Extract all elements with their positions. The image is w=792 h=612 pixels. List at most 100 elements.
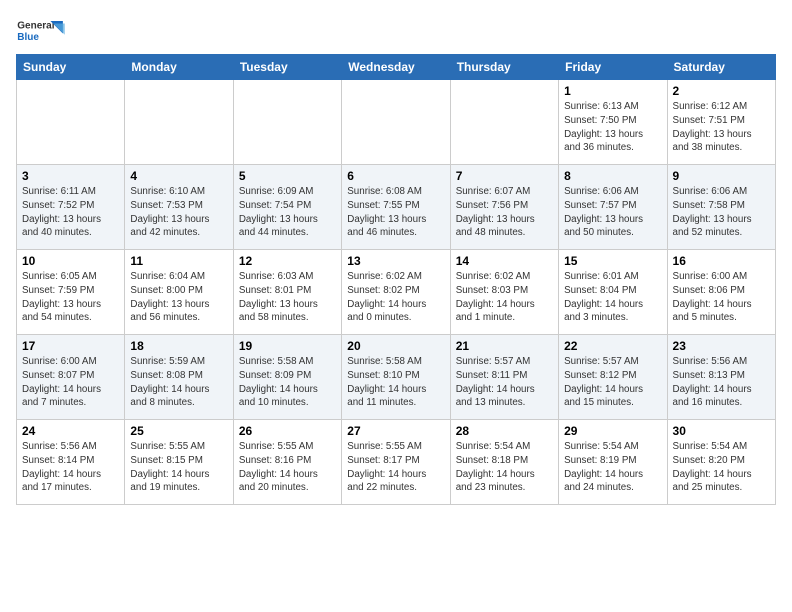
day-info: Sunrise: 6:12 AMSunset: 7:51 PMDaylight:… xyxy=(673,100,770,155)
day-info: Sunrise: 6:04 AMSunset: 8:00 PMDaylight:… xyxy=(130,270,227,325)
day-info: Sunrise: 5:55 AMSunset: 8:17 PMDaylight:… xyxy=(347,440,444,495)
day-number: 11 xyxy=(130,254,227,268)
day-number: 21 xyxy=(456,339,553,353)
calendar-cell: 17Sunrise: 6:00 AMSunset: 8:07 PMDayligh… xyxy=(17,335,125,420)
day-number: 18 xyxy=(130,339,227,353)
calendar-cell: 6 Sunrise: 6:08 AMSunset: 7:55 PMDaylight… xyxy=(342,165,450,250)
day-info: Sunrise: 6:10 AMSunset: 7:53 PMDaylight:… xyxy=(130,185,227,240)
calendar-cell: 24 Sunrise: 5:56 AMSunset: 8:14 PMDayligh… xyxy=(17,420,125,505)
calendar-cell: 1 Sunrise: 6:13 AMSunset: 7:50 PMDaylight… xyxy=(559,80,667,165)
day-info: Sunrise: 6:06 AMSunset: 7:58 PMDaylight:… xyxy=(673,185,770,240)
weekday-header-thursday: Thursday xyxy=(450,55,558,80)
day-number: 7 xyxy=(456,169,553,183)
calendar-cell: 13Sunrise: 6:02 AMSunset: 8:02 PMDayligh… xyxy=(342,250,450,335)
weekday-header-friday: Friday xyxy=(559,55,667,80)
day-info: Sunrise: 5:58 AMSunset: 8:09 PMDaylight:… xyxy=(239,355,336,410)
day-info: Sunrise: 6:09 AMSunset: 7:54 PMDaylight:… xyxy=(239,185,336,240)
day-info: Sunrise: 5:56 AMSunset: 8:13 PMDaylight:… xyxy=(673,355,770,410)
day-info: Sunrise: 6:00 AMSunset: 8:06 PMDaylight:… xyxy=(673,270,770,325)
weekday-header-saturday: Saturday xyxy=(667,55,775,80)
logo: General Blue xyxy=(16,16,66,44)
day-number: 6 xyxy=(347,169,444,183)
day-info: Sunrise: 5:55 AMSunset: 8:15 PMDaylight:… xyxy=(130,440,227,495)
day-number: 27 xyxy=(347,424,444,438)
calendar-week-2: 3 Sunrise: 6:11 AMSunset: 7:52 PMDaylight… xyxy=(17,165,776,250)
calendar-cell: 20 Sunrise: 5:58 AMSunset: 8:10 PMDayligh… xyxy=(342,335,450,420)
day-info: Sunrise: 5:56 AMSunset: 8:14 PMDaylight:… xyxy=(22,440,119,495)
day-info: Sunrise: 6:03 AMSunset: 8:01 PMDaylight:… xyxy=(239,270,336,325)
day-info: Sunrise: 5:57 AMSunset: 8:12 PMDaylight:… xyxy=(564,355,661,410)
day-number: 10 xyxy=(22,254,119,268)
day-number: 30 xyxy=(673,424,770,438)
calendar-week-3: 10Sunrise: 6:05 AMSunset: 7:59 PMDayligh… xyxy=(17,250,776,335)
calendar-week-1: 1 Sunrise: 6:13 AMSunset: 7:50 PMDaylight… xyxy=(17,80,776,165)
calendar-cell: 30 Sunrise: 5:54 AMSunset: 8:20 PMDayligh… xyxy=(667,420,775,505)
weekday-header-sunday: Sunday xyxy=(17,55,125,80)
calendar-cell: 5 Sunrise: 6:09 AMSunset: 7:54 PMDaylight… xyxy=(233,165,341,250)
calendar-week-4: 17Sunrise: 6:00 AMSunset: 8:07 PMDayligh… xyxy=(17,335,776,420)
calendar-cell: 23 Sunrise: 5:56 AMSunset: 8:13 PMDayligh… xyxy=(667,335,775,420)
day-number: 24 xyxy=(22,424,119,438)
calendar-cell xyxy=(125,80,233,165)
day-number: 3 xyxy=(22,169,119,183)
calendar-cell: 10Sunrise: 6:05 AMSunset: 7:59 PMDayligh… xyxy=(17,250,125,335)
svg-text:General: General xyxy=(17,21,54,32)
day-number: 20 xyxy=(347,339,444,353)
calendar-cell: 28 Sunrise: 5:54 AMSunset: 8:18 PMDayligh… xyxy=(450,420,558,505)
day-info: Sunrise: 5:54 AMSunset: 8:18 PMDaylight:… xyxy=(456,440,553,495)
day-info: Sunrise: 5:54 AMSunset: 8:20 PMDaylight:… xyxy=(673,440,770,495)
calendar-cell xyxy=(342,80,450,165)
calendar-cell: 22 Sunrise: 5:57 AMSunset: 8:12 PMDayligh… xyxy=(559,335,667,420)
calendar-cell: 8 Sunrise: 6:06 AMSunset: 7:57 PMDaylight… xyxy=(559,165,667,250)
day-info: Sunrise: 6:08 AMSunset: 7:55 PMDaylight:… xyxy=(347,185,444,240)
day-number: 1 xyxy=(564,84,661,98)
calendar-cell: 12 Sunrise: 6:03 AMSunset: 8:01 PMDayligh… xyxy=(233,250,341,335)
day-number: 12 xyxy=(239,254,336,268)
day-info: Sunrise: 5:59 AMSunset: 8:08 PMDaylight:… xyxy=(130,355,227,410)
day-info: Sunrise: 6:06 AMSunset: 7:57 PMDaylight:… xyxy=(564,185,661,240)
day-number: 19 xyxy=(239,339,336,353)
day-number: 29 xyxy=(564,424,661,438)
weekday-header-wednesday: Wednesday xyxy=(342,55,450,80)
day-info: Sunrise: 6:07 AMSunset: 7:56 PMDaylight:… xyxy=(456,185,553,240)
logo-icon: General Blue xyxy=(16,16,66,44)
calendar-cell: 16 Sunrise: 6:00 AMSunset: 8:06 PMDayligh… xyxy=(667,250,775,335)
calendar-cell: 11 Sunrise: 6:04 AMSunset: 8:00 PMDayligh… xyxy=(125,250,233,335)
day-info: Sunrise: 5:58 AMSunset: 8:10 PMDaylight:… xyxy=(347,355,444,410)
day-number: 5 xyxy=(239,169,336,183)
day-info: Sunrise: 5:57 AMSunset: 8:11 PMDaylight:… xyxy=(456,355,553,410)
calendar-cell xyxy=(17,80,125,165)
calendar-cell: 18 Sunrise: 5:59 AMSunset: 8:08 PMDayligh… xyxy=(125,335,233,420)
page-header: General Blue xyxy=(16,16,776,44)
day-number: 17 xyxy=(22,339,119,353)
calendar-week-5: 24 Sunrise: 5:56 AMSunset: 8:14 PMDayligh… xyxy=(17,420,776,505)
day-number: 2 xyxy=(673,84,770,98)
day-info: Sunrise: 6:02 AMSunset: 8:02 PMDaylight:… xyxy=(347,270,444,325)
day-number: 25 xyxy=(130,424,227,438)
day-number: 26 xyxy=(239,424,336,438)
weekday-header-tuesday: Tuesday xyxy=(233,55,341,80)
calendar-header-row: SundayMondayTuesdayWednesdayThursdayFrid… xyxy=(17,55,776,80)
day-number: 8 xyxy=(564,169,661,183)
calendar-cell: 15Sunrise: 6:01 AMSunset: 8:04 PMDayligh… xyxy=(559,250,667,335)
calendar-cell: 21 Sunrise: 5:57 AMSunset: 8:11 PMDayligh… xyxy=(450,335,558,420)
day-number: 16 xyxy=(673,254,770,268)
day-info: Sunrise: 6:01 AMSunset: 8:04 PMDaylight:… xyxy=(564,270,661,325)
day-info: Sunrise: 5:54 AMSunset: 8:19 PMDaylight:… xyxy=(564,440,661,495)
svg-text:Blue: Blue xyxy=(17,32,39,43)
calendar-cell: 14Sunrise: 6:02 AMSunset: 8:03 PMDayligh… xyxy=(450,250,558,335)
calendar-cell: 3 Sunrise: 6:11 AMSunset: 7:52 PMDaylight… xyxy=(17,165,125,250)
day-info: Sunrise: 5:55 AMSunset: 8:16 PMDaylight:… xyxy=(239,440,336,495)
day-number: 28 xyxy=(456,424,553,438)
calendar-cell: 27 Sunrise: 5:55 AMSunset: 8:17 PMDayligh… xyxy=(342,420,450,505)
calendar-cell: 9Sunrise: 6:06 AMSunset: 7:58 PMDaylight… xyxy=(667,165,775,250)
day-info: Sunrise: 6:13 AMSunset: 7:50 PMDaylight:… xyxy=(564,100,661,155)
day-number: 23 xyxy=(673,339,770,353)
day-info: Sunrise: 6:11 AMSunset: 7:52 PMDaylight:… xyxy=(22,185,119,240)
calendar-cell: 26 Sunrise: 5:55 AMSunset: 8:16 PMDayligh… xyxy=(233,420,341,505)
calendar-cell xyxy=(233,80,341,165)
day-number: 22 xyxy=(564,339,661,353)
calendar-cell xyxy=(450,80,558,165)
day-number: 14 xyxy=(456,254,553,268)
weekday-header-monday: Monday xyxy=(125,55,233,80)
